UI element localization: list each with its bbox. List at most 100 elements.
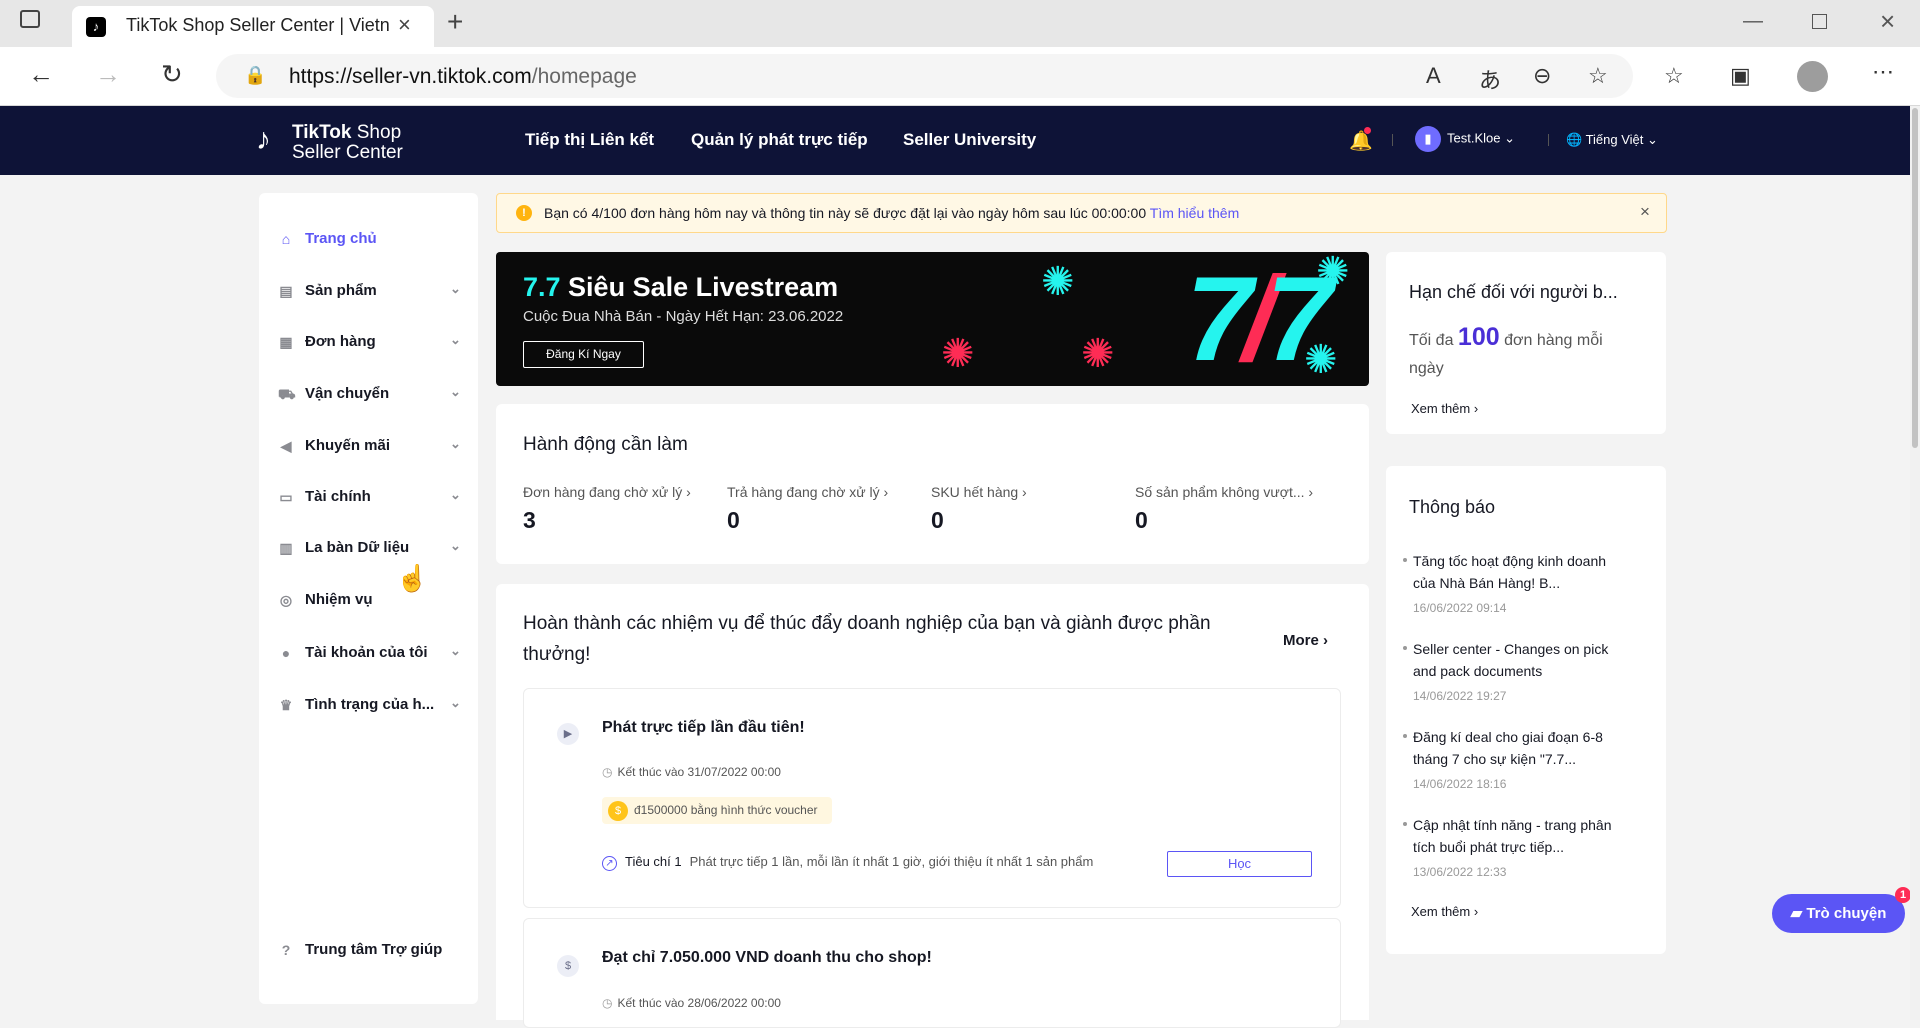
announcements-title: Thông báo xyxy=(1409,497,1496,517)
sidebar-item-promotions[interactable]: ◀ Khuyến mãi ⌄ xyxy=(278,436,461,460)
chart-icon: ▥ xyxy=(279,540,293,556)
sidebar-item-home[interactable]: ⌂ Trang chủ xyxy=(278,229,458,253)
banner-title-accent: 7.7 xyxy=(523,272,561,302)
announcements-see-more[interactable]: Xem thêm › xyxy=(1411,904,1478,919)
refresh-icon[interactable]: ↻ xyxy=(161,59,183,89)
close-tab-icon[interactable]: × xyxy=(398,12,411,38)
address-toolbar: ← → ↻ 🔒 https://seller-vn.tiktok.com/hom… xyxy=(0,47,1920,106)
stat-pending-orders[interactable]: Đơn hàng đang chờ xử lý › 3 xyxy=(523,484,691,534)
scrollbar-thumb[interactable] xyxy=(1912,108,1918,448)
sidebar: ⌂ Trang chủ ▤ Sản phẩm ⌄ ▦ Đơn hàng ⌄ ⛟ Vận ch… xyxy=(259,193,478,1004)
order-limit-text: Tối đa 100 đơn hàng mỗi ngày xyxy=(1409,323,1603,377)
forward-icon[interactable]: → xyxy=(95,59,121,89)
sidebar-item-data-compass[interactable]: ▥ La bàn Dữ liệu ⌄ xyxy=(278,538,461,562)
banner-register-button[interactable]: Đăng Kí Ngay xyxy=(523,341,644,368)
logo-shop: Shop xyxy=(351,122,402,143)
mouse-cursor-icon: ☝ xyxy=(396,563,429,593)
back-icon[interactable]: ← xyxy=(28,59,54,89)
favorite-add-icon[interactable]: ☆ xyxy=(1588,63,1608,89)
clock-icon: ◷ xyxy=(602,765,613,779)
video-icon: ▶ xyxy=(557,723,579,745)
banner-subtitle: Cuộc Đua Nhà Bán - Ngày Hết Hạn: 23.06.2… xyxy=(523,308,844,325)
chat-button[interactable]: ▰ Trò chuyện 1 xyxy=(1772,887,1911,933)
sidebar-item-shipping[interactable]: ⛟ Vận chuyển ⌄ xyxy=(278,384,461,408)
notice-learn-more-link[interactable]: Tìm hiểu thêm xyxy=(1150,205,1239,221)
learn-button[interactable]: Học xyxy=(1167,851,1312,877)
sidebar-toggle-icon[interactable] xyxy=(20,10,40,28)
task-criteria: ↗ Tiêu chí 1 Phát trực tiếp 1 lần, mỗi lần… xyxy=(602,854,1093,871)
profile-avatar[interactable] xyxy=(1797,61,1828,92)
announcement-item[interactable]: Seller center - Changes on pick and pack… xyxy=(1403,638,1626,703)
close-window-icon[interactable]: × xyxy=(1880,6,1895,37)
product-icon: ▤ xyxy=(279,283,293,299)
tiktok-favicon-icon: ♪ xyxy=(86,17,106,37)
url-text: https://seller-vn.tiktok.com/homepage xyxy=(289,65,637,88)
minimize-icon[interactable]: — xyxy=(1743,10,1763,33)
url-bar[interactable]: 🔒 https://seller-vn.tiktok.com/homepage … xyxy=(216,54,1633,98)
chat-icon: ▰ xyxy=(1790,905,1803,922)
tasks-more-link[interactable]: More › xyxy=(1283,632,1328,649)
help-icon: ? xyxy=(281,942,291,958)
zoom-out-icon[interactable]: ⊖ xyxy=(1533,63,1551,89)
shop-icon: $ xyxy=(557,955,579,977)
read-aloud-icon[interactable]: A xyxy=(1426,63,1441,89)
stat-products-not-passing[interactable]: Số sản phẩm không vượt... › 0 xyxy=(1135,484,1313,534)
user-menu[interactable]: ▮ Test.Kloe ⌄ xyxy=(1415,126,1515,152)
sidebar-item-shop-health[interactable]: ♛ Tình trạng của h... ⌄ xyxy=(278,695,461,719)
announcement-item[interactable]: Tăng tốc hoạt động kinh doanh của Nhà Bá… xyxy=(1403,550,1626,615)
task-title: Đạt chỉ 7.050.000 VND doanh thu cho shop… xyxy=(602,949,932,966)
sidebar-item-finance[interactable]: ▭ Tài chính ⌄ xyxy=(278,487,461,511)
sidebar-item-help-center[interactable]: ? Trung tâm Trợ giúp xyxy=(278,940,458,964)
new-tab-icon[interactable]: + xyxy=(447,6,463,38)
task-reward: $ đ1500000 bằng hình thức voucher xyxy=(602,797,832,824)
firework-decoration: ✺ xyxy=(1081,332,1115,376)
banner-title: 7.7 Siêu Sale Livestream xyxy=(523,272,838,303)
announcements-card xyxy=(1386,466,1666,954)
tab-title: TikTok Shop Seller Center | Vietn xyxy=(126,15,390,35)
order-limit-see-more[interactable]: Xem thêm › xyxy=(1411,401,1478,416)
language-menu[interactable]: 🌐 Tiếng Việt ⌄ xyxy=(1566,132,1658,148)
chevron-down-icon: ⌄ xyxy=(450,332,461,347)
sidebar-item-orders[interactable]: ▦ Đơn hàng ⌄ xyxy=(278,332,461,356)
stat-out-of-stock[interactable]: SKU hết hàng › 0 xyxy=(931,484,1027,534)
order-limit-value: 100 xyxy=(1457,323,1500,351)
card-icon: ▭ xyxy=(279,489,293,505)
favorites-icon[interactable]: ☆ xyxy=(1664,63,1684,89)
medal-icon: ◎ xyxy=(279,592,293,608)
sidebar-item-products[interactable]: ▤ Sản phẩm ⌄ xyxy=(278,281,461,305)
order-limit-notice: ! Bạn có 4/100 đơn hàng hôm nay và thông… xyxy=(496,193,1667,233)
logo-seller-center: Seller Center xyxy=(292,142,403,163)
announcement-item[interactable]: Đăng kí deal cho giai đoạn 6-8 tháng 7 c… xyxy=(1403,726,1626,791)
warning-icon: ! xyxy=(516,205,532,221)
voucher-coin-icon: $ xyxy=(608,801,628,821)
announcement-item[interactable]: Cập nhật tính năng - trang phân tích buổ… xyxy=(1403,814,1626,879)
globe-icon: 🌐 xyxy=(1566,132,1583,147)
bell-icon[interactable]: 🔔 xyxy=(1349,127,1373,153)
translate-icon[interactable]: あ xyxy=(1479,63,1501,95)
chevron-down-icon: ⌄ xyxy=(450,487,461,502)
nav-affiliate[interactable]: Tiếp thị Liên kết xyxy=(525,130,654,150)
close-icon[interactable]: × xyxy=(1640,202,1650,222)
more-icon[interactable]: ⋯ xyxy=(1872,59,1894,85)
header-divider xyxy=(1392,134,1393,146)
lock-icon: 🔒 xyxy=(244,65,267,85)
header-divider xyxy=(1548,134,1549,146)
chevron-down-icon: ⌄ xyxy=(1504,130,1516,146)
chevron-down-icon: ⌄ xyxy=(1647,132,1658,147)
stat-pending-returns[interactable]: Trả hàng đang chờ xử lý › 0 xyxy=(727,484,888,534)
firework-decoration: ✺ xyxy=(941,332,975,376)
nav-livestream[interactable]: Quản lý phát trực tiếp xyxy=(691,130,868,150)
collections-icon[interactable]: ▣ xyxy=(1730,63,1751,89)
sidebar-item-my-account[interactable]: ● Tài khoản của tôi ⌄ xyxy=(278,643,461,667)
nav-seller-university[interactable]: Seller University xyxy=(903,130,1036,150)
task-item: $ Đạt chỉ 7.050.000 VND doanh thu cho sh… xyxy=(523,918,1341,1028)
browser-tab[interactable]: ♪ TikTok Shop Seller Center | Vietn × xyxy=(72,6,434,47)
chat-badge: 1 xyxy=(1895,887,1911,903)
sidebar-item-tasks[interactable]: ◎ Nhiệm vụ xyxy=(278,590,458,614)
task-deadline: ◷ Kết thúc vào 31/07/2022 00:00 xyxy=(602,765,781,779)
restore-icon[interactable] xyxy=(1812,14,1827,29)
user-name: Test.Kloe xyxy=(1447,130,1501,146)
page-scrollbar[interactable] xyxy=(1910,106,1920,1020)
promo-banner[interactable]: ✺ ✺ ✺ ✺ ✺ 7/7 7.7 Siêu Sale Livestream C… xyxy=(496,252,1369,386)
banner-77-graphic: 7/7 xyxy=(1186,252,1333,386)
